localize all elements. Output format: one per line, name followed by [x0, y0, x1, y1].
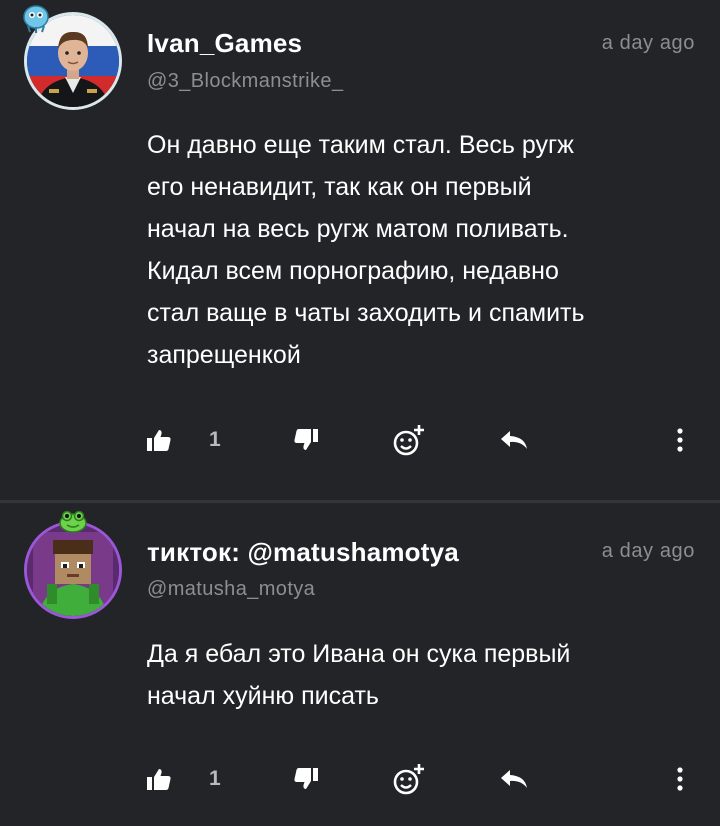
add-reaction-icon: [392, 423, 426, 457]
thumbs-down-icon: [293, 427, 319, 453]
user-handle[interactable]: @3_Blockmanstrike_: [147, 70, 343, 93]
thumbs-up-icon: [146, 766, 172, 792]
add-reaction-button[interactable]: [392, 759, 426, 799]
badge-icon: [58, 509, 88, 533]
avatar[interactable]: [20, 510, 124, 621]
badge-icon: [22, 4, 50, 34]
reply-button[interactable]: [499, 759, 529, 799]
add-reaction-icon: [392, 762, 426, 796]
dislike-button[interactable]: [293, 420, 319, 460]
dislike-button[interactable]: [293, 759, 319, 799]
reply-button[interactable]: [499, 420, 529, 460]
timestamp: a day ago: [601, 540, 695, 562]
more-vertical-icon: [676, 427, 684, 453]
like-count: 1: [209, 767, 221, 790]
reply-icon: [499, 767, 529, 791]
more-vertical-icon: [676, 766, 684, 792]
avatar-image: [24, 521, 122, 619]
avatar[interactable]: [20, 5, 124, 112]
user-handle[interactable]: @matusha_motya: [147, 578, 315, 601]
comment-card: Ivan_Games @3_Blockmanstrike_ a day ago …: [0, 0, 720, 500]
timestamp: a day ago: [601, 32, 695, 54]
comment-card: тикток: @matushamotya @matusha_motya a d…: [0, 503, 720, 826]
username[interactable]: тикток: @matushamotya: [147, 537, 459, 568]
like-count: 1: [209, 428, 221, 451]
like-button[interactable]: [146, 759, 172, 799]
thumbs-up-icon: [146, 427, 172, 453]
more-options-button[interactable]: [676, 759, 684, 799]
comment-actions: 1: [0, 420, 720, 460]
username[interactable]: Ivan_Games: [147, 28, 302, 59]
add-reaction-button[interactable]: [392, 420, 426, 460]
comment-actions: 1: [0, 759, 720, 799]
thumbs-down-icon: [293, 766, 319, 792]
reply-icon: [499, 428, 529, 452]
comment-text: Он давно еще таким стал. Весь ругж его н…: [147, 131, 585, 369]
like-button[interactable]: [146, 420, 172, 460]
more-options-button[interactable]: [676, 420, 684, 460]
comment-text: Да я ебал это Ивана он сука первый начал…: [147, 640, 571, 710]
